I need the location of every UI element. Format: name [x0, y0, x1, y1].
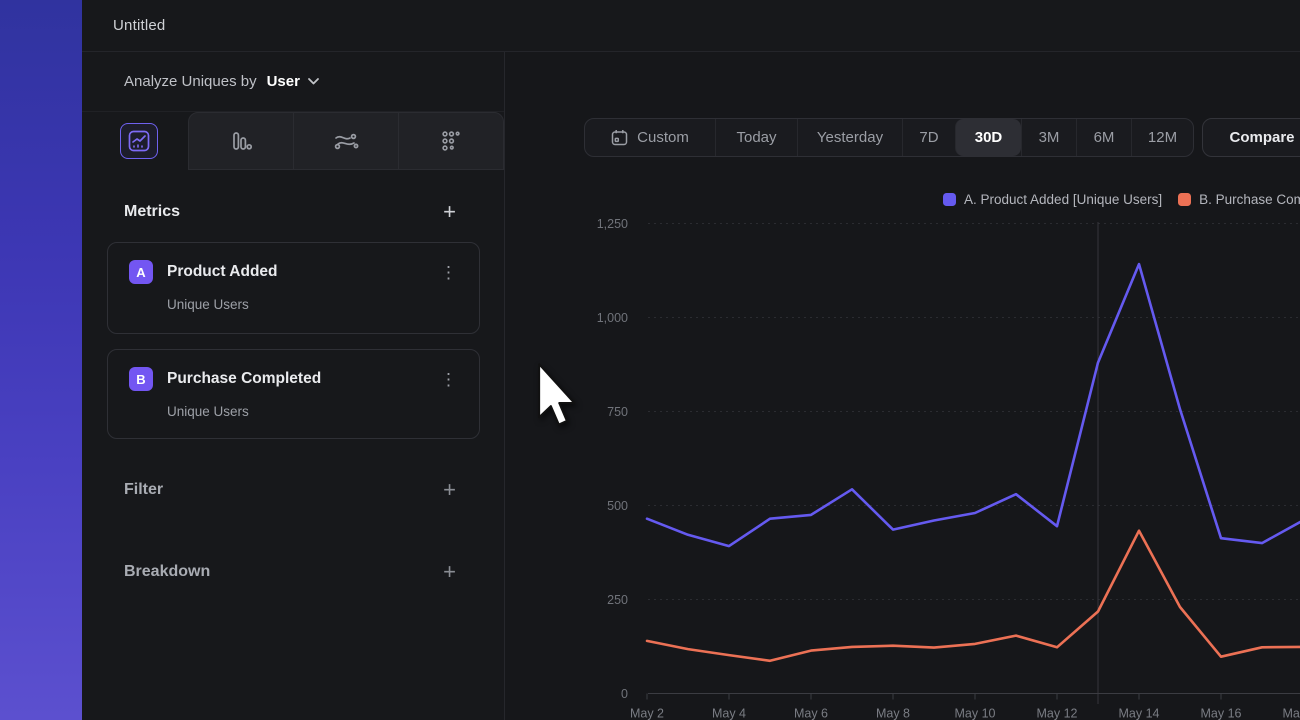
kebab-menu-icon[interactable]: ⋮ [436, 371, 461, 388]
add-filter-button[interactable]: + [443, 483, 456, 497]
analyze-by-select[interactable]: User [267, 73, 300, 90]
filter-heading: Filter [124, 481, 163, 499]
breakdown-row: Breakdown + [82, 563, 504, 581]
x-axis-tick-label: May 16 [1201, 707, 1242, 720]
metric-card[interactable]: B Purchase Completed⋮ Unique Users [107, 349, 480, 439]
y-axis-tick-label: 1,000 [597, 311, 628, 325]
metric-subtitle: Unique Users [167, 404, 461, 419]
series-line [647, 264, 1300, 546]
line-chart-icon [120, 123, 158, 159]
flow-waves-icon [333, 129, 359, 153]
kebab-menu-icon[interactable]: ⋮ [436, 264, 461, 281]
inactive-tab-strip [188, 112, 504, 170]
analyze-by-row: Analyze Uniques by User [82, 52, 504, 112]
add-metric-button[interactable]: + [443, 205, 456, 219]
analyze-by-label: Analyze Uniques by [124, 73, 257, 90]
tab-bar-chart[interactable] [189, 113, 293, 169]
dot-grid-icon [439, 129, 463, 153]
metric-badge: B [129, 367, 153, 391]
metrics-heading: Metrics [124, 203, 180, 221]
y-axis-tick-label: 0 [621, 687, 628, 701]
metrics-header: Metrics + [82, 203, 504, 221]
y-axis-tick-label: 500 [607, 499, 628, 513]
breakdown-heading: Breakdown [124, 563, 210, 581]
metric-card-list: AProduct Added⋮Unique UsersBPurchase Com… [82, 242, 504, 439]
line-chart[interactable]: 0 250 500 750 1,000 1,250 May 2 May 4 May 6 May 8… [505, 52, 1300, 720]
tab-line-chart[interactable] [82, 112, 188, 170]
x-axis-tick-label: May 14 [1119, 707, 1160, 720]
y-axis-tick-label: 750 [607, 405, 628, 419]
chart-type-tabs [82, 112, 504, 170]
tab-flow[interactable] [293, 113, 398, 169]
filter-row: Filter + [82, 481, 504, 499]
decorative-gradient-strip [0, 0, 82, 720]
y-axis-tick-label: 1,250 [597, 217, 628, 231]
mouse-cursor [537, 363, 577, 427]
x-axis-tick-label: May 2 [630, 707, 664, 720]
metric-badge: A [129, 260, 153, 284]
tab-matrix[interactable] [398, 113, 503, 169]
query-sidebar: Analyze Uniques by User [82, 52, 505, 720]
x-axis-tick-label: May 18 [1283, 707, 1300, 720]
document-title[interactable]: Untitled [113, 17, 165, 34]
x-axis-tick-label: May 12 [1037, 707, 1078, 720]
series-line [647, 531, 1300, 661]
metric-subtitle: Unique Users [167, 297, 461, 312]
metric-title: Purchase Completed [167, 370, 436, 388]
metric-card[interactable]: A Product Added⋮ Unique Users [107, 242, 480, 334]
add-breakdown-button[interactable]: + [443, 565, 456, 579]
y-axis-tick-label: 250 [607, 593, 628, 607]
x-axis-tick-label: May 6 [794, 707, 828, 720]
metric-title: Product Added [167, 263, 436, 281]
top-bar: Untitled [82, 0, 1300, 52]
x-axis-tick-label: May 10 [955, 707, 996, 720]
x-axis-tick-label: May 4 [712, 707, 746, 720]
x-axis-tick-label: May 8 [876, 707, 910, 720]
chart-panel: CustomTodayYesterday7D30D3M6M12M Compare… [505, 52, 1300, 720]
bar-chart-icon [229, 129, 253, 153]
chevron-down-icon[interactable] [307, 77, 320, 86]
